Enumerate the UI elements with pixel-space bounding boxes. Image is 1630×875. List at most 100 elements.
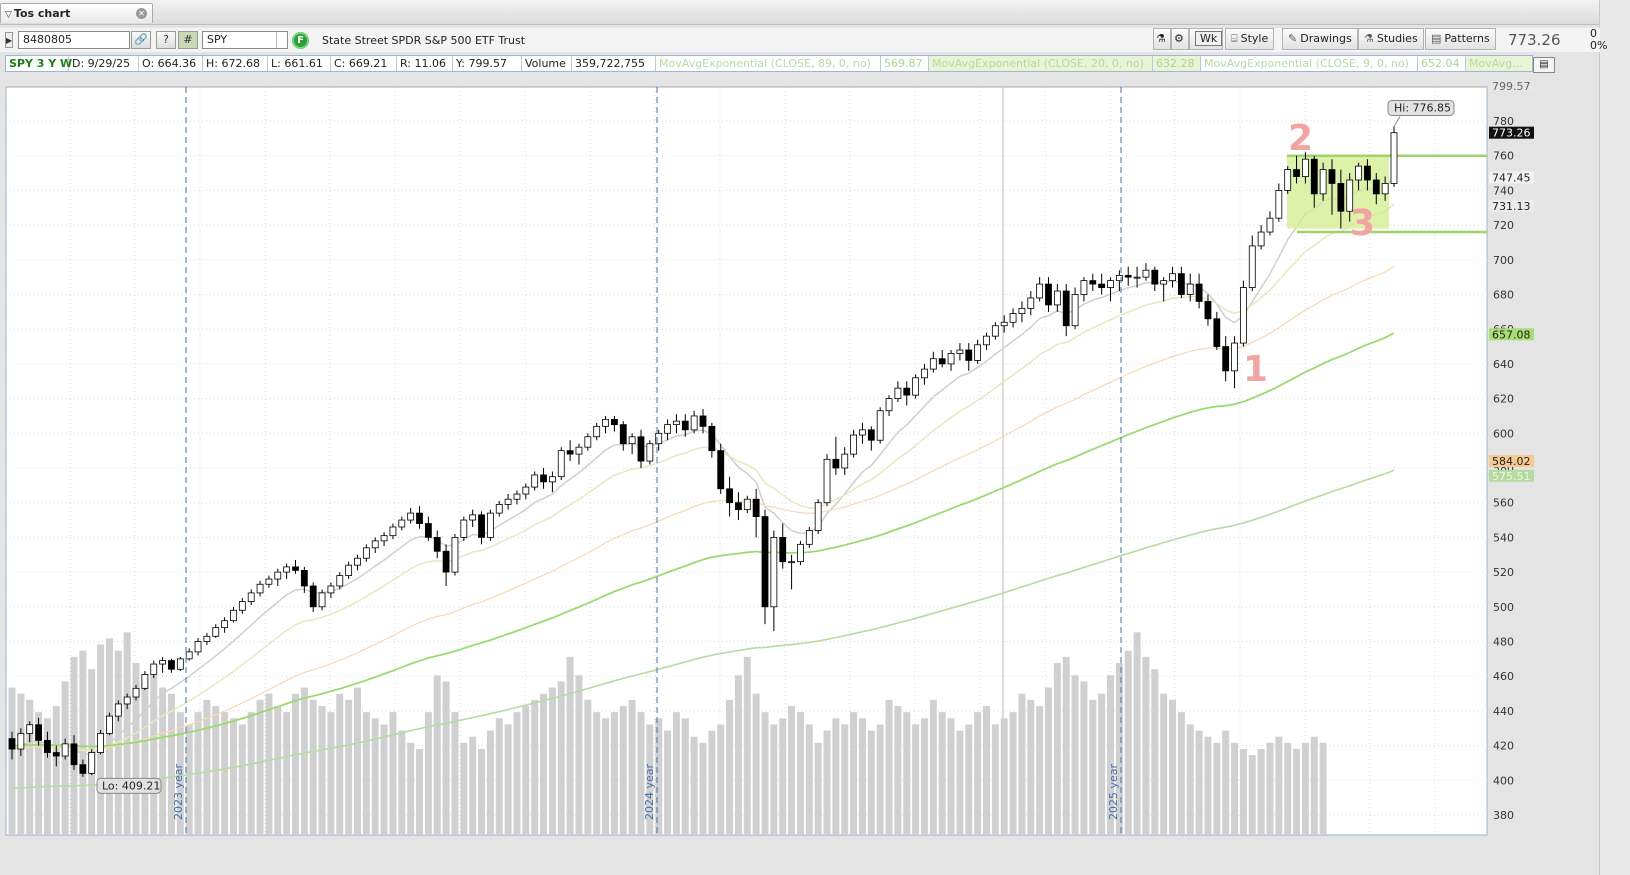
candle[interactable] bbox=[956, 349, 964, 354]
candle[interactable] bbox=[1195, 283, 1203, 302]
candle[interactable] bbox=[416, 512, 423, 524]
candle[interactable] bbox=[938, 358, 946, 365]
candle[interactable] bbox=[256, 583, 264, 594]
candle[interactable] bbox=[991, 325, 999, 337]
candle[interactable] bbox=[504, 498, 512, 505]
candle[interactable] bbox=[912, 377, 920, 396]
candle[interactable] bbox=[247, 592, 255, 602]
candle[interactable] bbox=[885, 398, 893, 412]
candle[interactable] bbox=[814, 502, 822, 531]
candle[interactable] bbox=[451, 536, 459, 573]
candle[interactable] bbox=[1027, 297, 1035, 309]
candle[interactable] bbox=[478, 514, 485, 538]
candle[interactable] bbox=[1337, 183, 1345, 212]
candle[interactable] bbox=[106, 715, 113, 734]
candle[interactable] bbox=[673, 420, 680, 426]
candle[interactable] bbox=[1257, 231, 1265, 247]
candle[interactable] bbox=[1089, 280, 1097, 285]
symbol-input[interactable]: SPY bbox=[202, 31, 288, 49]
annotation-label-1[interactable]: 1 bbox=[1243, 349, 1268, 390]
candle[interactable] bbox=[79, 764, 87, 774]
candle[interactable] bbox=[345, 564, 353, 576]
help-button[interactable]: ? bbox=[156, 31, 176, 49]
candle[interactable] bbox=[1080, 280, 1088, 295]
candle[interactable] bbox=[371, 540, 379, 549]
candle[interactable] bbox=[699, 415, 707, 427]
chart-settings-icon[interactable]: ▤ bbox=[1533, 57, 1555, 73]
fundamentals-badge[interactable]: F bbox=[292, 32, 309, 49]
candle[interactable] bbox=[354, 557, 361, 566]
candle[interactable] bbox=[983, 335, 990, 346]
candle[interactable] bbox=[309, 585, 317, 608]
candle[interactable] bbox=[176, 658, 184, 670]
candle[interactable] bbox=[974, 344, 982, 361]
candle[interactable] bbox=[797, 543, 804, 563]
candle[interactable] bbox=[664, 424, 671, 434]
candle[interactable] bbox=[380, 535, 388, 542]
candle[interactable] bbox=[1124, 275, 1132, 278]
candle[interactable] bbox=[35, 724, 42, 741]
candle[interactable] bbox=[1328, 169, 1336, 184]
candle[interactable] bbox=[557, 450, 565, 478]
candle[interactable] bbox=[1319, 169, 1327, 195]
ma9-label[interactable]: MovAvgExponential (CLOSE, 9, 0, no) bbox=[1201, 56, 1418, 71]
candle[interactable] bbox=[761, 516, 769, 608]
candle[interactable] bbox=[548, 476, 556, 483]
candle[interactable] bbox=[947, 353, 955, 365]
candle[interactable] bbox=[1151, 269, 1159, 285]
candle[interactable] bbox=[230, 609, 237, 622]
candle[interactable] bbox=[805, 530, 813, 545]
candle[interactable] bbox=[717, 450, 725, 490]
candle[interactable] bbox=[1107, 280, 1114, 288]
candle[interactable] bbox=[1293, 169, 1300, 177]
candle[interactable] bbox=[1213, 318, 1221, 347]
candle[interactable] bbox=[495, 504, 503, 514]
candle[interactable] bbox=[1186, 283, 1194, 295]
candle[interactable] bbox=[752, 498, 760, 517]
candle[interactable] bbox=[1036, 283, 1044, 299]
link-icon[interactable]: 🔗 bbox=[131, 31, 151, 49]
candle[interactable] bbox=[221, 620, 229, 629]
candle[interactable] bbox=[708, 425, 716, 452]
expand-arrow-icon[interactable]: ▶ bbox=[5, 32, 13, 48]
gear-icon[interactable]: ⚙ bbox=[1171, 28, 1189, 50]
candle[interactable] bbox=[637, 436, 645, 462]
candle[interactable] bbox=[159, 660, 167, 665]
studies-button[interactable]: ⚗ Studies bbox=[1358, 28, 1424, 50]
candle[interactable] bbox=[203, 635, 211, 642]
account-field[interactable]: 8480805 bbox=[18, 31, 130, 49]
candle[interactable] bbox=[1204, 301, 1212, 320]
candle[interactable] bbox=[424, 523, 432, 538]
candle[interactable] bbox=[726, 488, 733, 504]
candle[interactable] bbox=[327, 585, 335, 594]
close-icon[interactable]: ✕ bbox=[136, 8, 147, 19]
candle[interactable] bbox=[8, 738, 16, 750]
candle[interactable] bbox=[17, 733, 25, 750]
candle[interactable] bbox=[123, 696, 131, 705]
candle[interactable] bbox=[318, 592, 326, 608]
ma-more-label[interactable]: MovAvg... bbox=[1466, 56, 1532, 71]
candle[interactable] bbox=[929, 358, 937, 370]
candle[interactable] bbox=[876, 410, 884, 441]
candle[interactable] bbox=[274, 571, 282, 580]
candle[interactable] bbox=[1009, 313, 1017, 323]
candle[interactable] bbox=[965, 349, 973, 361]
candle[interactable] bbox=[398, 519, 406, 528]
candle[interactable] bbox=[442, 550, 450, 573]
candle[interactable] bbox=[26, 724, 34, 734]
style-button[interactable]: ⌸ Style bbox=[1225, 28, 1275, 50]
candle[interactable] bbox=[265, 578, 273, 585]
candle[interactable] bbox=[1248, 245, 1256, 288]
candle[interactable] bbox=[1231, 342, 1238, 372]
symbol-dropdown-icon[interactable] bbox=[276, 32, 287, 48]
candle[interactable] bbox=[867, 429, 875, 441]
candle[interactable] bbox=[566, 450, 574, 455]
candle[interactable] bbox=[522, 486, 530, 495]
drawings-button[interactable]: ✎ Drawings bbox=[1282, 28, 1358, 50]
price-chart[interactable]: 2023 year 2024 year 2025 year 380 400 420 440 4… bbox=[0, 75, 1600, 875]
candle[interactable] bbox=[859, 429, 866, 436]
candle[interactable] bbox=[168, 660, 175, 670]
candle[interactable] bbox=[1133, 276, 1141, 279]
candle[interactable] bbox=[1284, 169, 1292, 191]
candle[interactable] bbox=[212, 627, 220, 637]
